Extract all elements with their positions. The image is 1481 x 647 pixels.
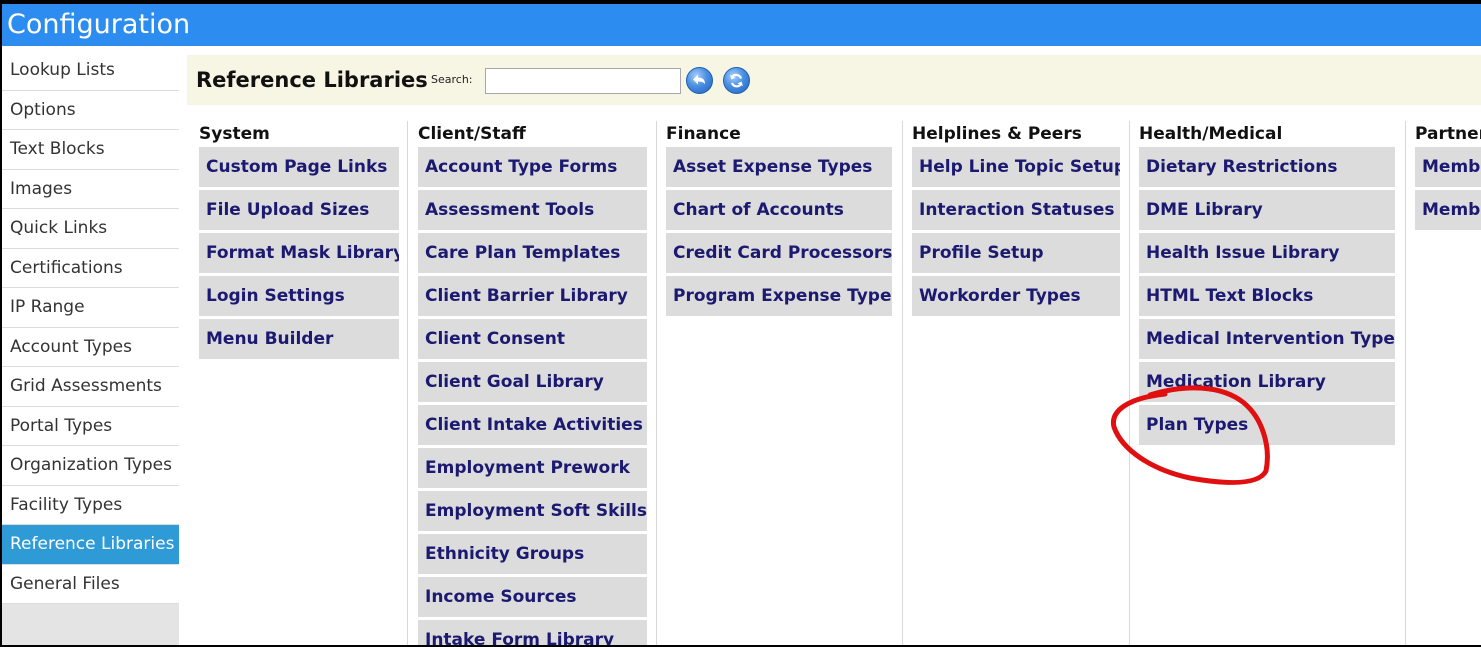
library-profile-setup[interactable]: Profile Setup <box>912 233 1120 273</box>
library-html-text-blocks[interactable]: HTML Text Blocks <box>1139 276 1395 316</box>
library-credit-card-processors[interactable]: Credit Card Processors <box>666 233 892 273</box>
sidebar-item-ip-range[interactable]: IP Range <box>2 288 179 328</box>
library-medication-library[interactable]: Medication Library <box>1139 362 1395 402</box>
sidebar-item-images[interactable]: Images <box>2 169 179 209</box>
sidebar-item-certifications[interactable]: Certifications <box>2 248 179 288</box>
library-memb-1[interactable]: Memb <box>1415 147 1481 187</box>
column-divider <box>1129 121 1130 645</box>
library-workorder-types[interactable]: Workorder Types <box>912 276 1120 316</box>
main-content: Reference Libraries Search: System Custo <box>187 51 1481 645</box>
sidebar-item-organization-types[interactable]: Organization Types <box>2 446 179 486</box>
library-client-barrier-library[interactable]: Client Barrier Library <box>418 276 647 316</box>
library-employment-prework[interactable]: Employment Prework <box>418 448 647 488</box>
library-health-issue-library[interactable]: Health Issue Library <box>1139 233 1395 273</box>
library-file-upload-sizes[interactable]: File Upload Sizes <box>199 190 399 230</box>
library-client-consent[interactable]: Client Consent <box>418 319 647 359</box>
library-help-line-topic-setup[interactable]: Help Line Topic Setup <box>912 147 1120 187</box>
column-finance: Finance Asset Expense Types Chart of Acc… <box>666 121 892 645</box>
library-dme-library[interactable]: DME Library <box>1139 190 1395 230</box>
library-account-type-forms[interactable]: Account Type Forms <box>418 147 647 187</box>
library-client-intake-activities[interactable]: Client Intake Activities <box>418 405 647 445</box>
column-title-partner: Partner <box>1415 124 1481 144</box>
column-client-staff: Client/Staff Account Type Forms Assessme… <box>418 121 647 645</box>
column-title-system: System <box>199 124 270 144</box>
library-format-mask-library[interactable]: Format Mask Library <box>199 233 399 273</box>
refresh-icon <box>730 73 743 88</box>
library-interaction-statuses[interactable]: Interaction Statuses <box>912 190 1120 230</box>
library-assessment-tools[interactable]: Assessment Tools <box>418 190 647 230</box>
column-divider <box>656 121 657 645</box>
library-medical-intervention-types[interactable]: Medical Intervention Types <box>1139 319 1395 359</box>
sidebar-item-grid-assessments[interactable]: Grid Assessments <box>2 367 179 407</box>
library-custom-page-links[interactable]: Custom Page Links <box>199 147 399 187</box>
back-button[interactable] <box>686 67 713 94</box>
column-title-health-medical: Health/Medical <box>1139 124 1283 144</box>
column-divider <box>902 121 903 645</box>
back-arrow-icon <box>693 74 705 85</box>
page-title: Reference Libraries <box>196 68 428 92</box>
library-asset-expense-types[interactable]: Asset Expense Types <box>666 147 892 187</box>
library-plan-types[interactable]: Plan Types <box>1139 405 1395 445</box>
library-intake-form-library[interactable]: Intake Form Library <box>418 620 647 645</box>
library-dietary-restrictions[interactable]: Dietary Restrictions <box>1139 147 1395 187</box>
column-partner: Partner Memb Memb <box>1415 121 1481 645</box>
library-program-expense-types[interactable]: Program Expense Types <box>666 276 892 316</box>
library-income-sources[interactable]: Income Sources <box>418 577 647 617</box>
refresh-button[interactable] <box>723 67 750 94</box>
app-window: Configuration Lookup Lists Options Text … <box>2 4 1481 645</box>
sidebar-item-general-files[interactable]: General Files <box>2 564 179 604</box>
library-chart-of-accounts[interactable]: Chart of Accounts <box>666 190 892 230</box>
sidebar-item-text-blocks[interactable]: Text Blocks <box>2 130 179 170</box>
sidebar-item-lookup-lists[interactable]: Lookup Lists <box>2 51 179 91</box>
sidebar-item-reference-libraries[interactable]: Reference Libraries <box>2 525 179 565</box>
library-menu-builder[interactable]: Menu Builder <box>199 319 399 359</box>
column-title-client-staff: Client/Staff <box>418 124 526 144</box>
column-divider <box>1405 121 1406 645</box>
sidebar-item-quick-links[interactable]: Quick Links <box>2 209 179 249</box>
sidebar: Lookup Lists Options Text Blocks Images … <box>2 51 179 645</box>
sidebar-item-facility-types[interactable]: Facility Types <box>2 485 179 525</box>
search-input[interactable] <box>485 68 681 94</box>
column-system: System Custom Page Links File Upload Siz… <box>199 121 399 645</box>
library-login-settings[interactable]: Login Settings <box>199 276 399 316</box>
page-header: Reference Libraries Search: <box>187 55 1481 105</box>
app-title: Configuration <box>2 4 1481 46</box>
library-ethnicity-groups[interactable]: Ethnicity Groups <box>418 534 647 574</box>
column-title-finance: Finance <box>666 124 741 144</box>
sidebar-item-options[interactable]: Options <box>2 90 179 130</box>
column-helplines-peers: Helplines & Peers Help Line Topic Setup … <box>912 121 1120 645</box>
sidebar-item-account-types[interactable]: Account Types <box>2 327 179 367</box>
library-memb-2[interactable]: Memb <box>1415 190 1481 230</box>
column-health-medical: Health/Medical Dietary Restrictions DME … <box>1139 121 1395 645</box>
library-care-plan-templates[interactable]: Care Plan Templates <box>418 233 647 273</box>
sidebar-item-portal-types[interactable]: Portal Types <box>2 406 179 446</box>
library-client-goal-library[interactable]: Client Goal Library <box>418 362 647 402</box>
search-label: Search: <box>431 73 473 86</box>
library-employment-soft-skills[interactable]: Employment Soft Skills <box>418 491 647 531</box>
column-title-helplines-peers: Helplines & Peers <box>912 124 1082 144</box>
column-divider <box>407 121 408 645</box>
